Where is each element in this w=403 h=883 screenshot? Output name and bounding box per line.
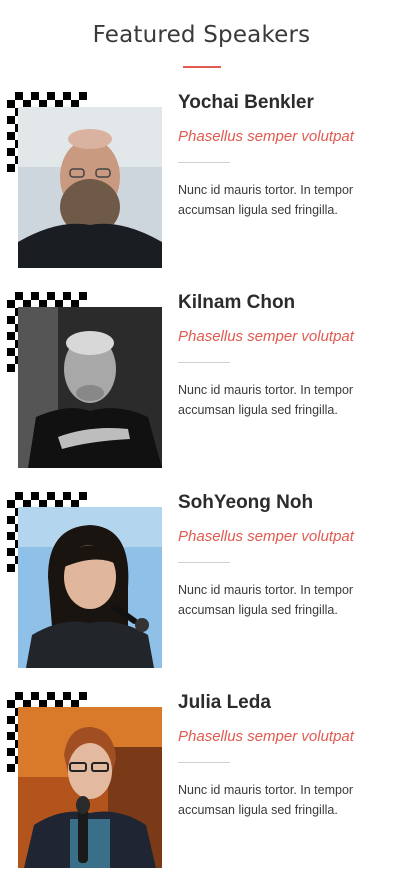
speaker-card: SohYeong Noh Phasellus semper volutpat N… xyxy=(0,492,403,682)
speaker-name[interactable]: Kilnam Chon xyxy=(178,292,295,314)
speaker-photo[interactable] xyxy=(18,107,162,268)
speaker-name[interactable]: SohYeong Noh xyxy=(178,492,313,514)
speaker-divider xyxy=(178,762,230,763)
speaker-photo[interactable] xyxy=(18,707,162,868)
speaker-bio: Nunc id mauris tortor. In tempor accumsa… xyxy=(178,783,354,817)
speaker-photo-frame xyxy=(7,492,167,672)
speaker-name[interactable]: Yochai Benkler xyxy=(178,92,314,114)
speaker-bio: Nunc id mauris tortor. In tempor accumsa… xyxy=(178,183,354,217)
speaker-photo-frame xyxy=(7,692,167,872)
speaker-card: Julia Leda Phasellus semper volutpat Nun… xyxy=(0,692,403,882)
speaker-role: Phasellus semper volutpat xyxy=(178,528,354,545)
section-title: Featured Speakers xyxy=(92,22,311,48)
speaker-role: Phasellus semper volutpat xyxy=(178,728,354,745)
speaker-role: Phasellus semper volutpat xyxy=(178,128,354,145)
speaker-divider xyxy=(178,362,230,363)
speaker-name[interactable]: Julia Leda xyxy=(178,692,271,714)
speaker-photo[interactable] xyxy=(18,307,162,468)
speaker-photo[interactable] xyxy=(18,507,162,668)
speaker-card: Kilnam Chon Phasellus semper volutpat Nu… xyxy=(0,292,403,482)
title-divider xyxy=(183,66,221,68)
speaker-bio: Nunc id mauris tortor. In tempor accumsa… xyxy=(178,583,354,617)
speaker-card: Yochai Benkler Phasellus semper volutpat… xyxy=(0,92,403,282)
speaker-divider xyxy=(178,162,230,163)
speaker-photo-frame xyxy=(7,92,167,272)
speaker-divider xyxy=(178,562,230,563)
speaker-role: Phasellus semper volutpat xyxy=(178,328,354,345)
speaker-photo-frame xyxy=(7,292,167,472)
speaker-bio: Nunc id mauris tortor. In tempor accumsa… xyxy=(178,383,354,417)
